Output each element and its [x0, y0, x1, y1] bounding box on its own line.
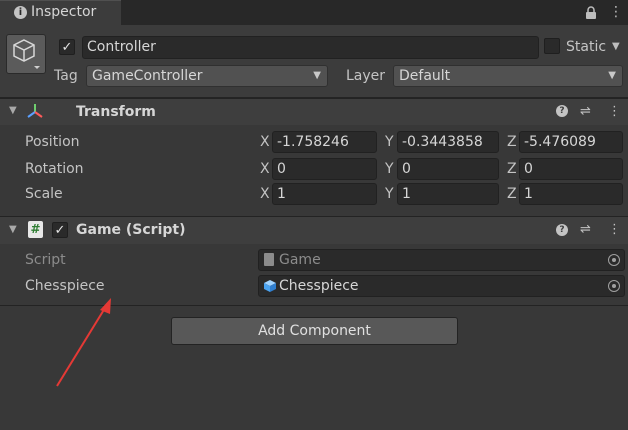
- annotation-arrow: [56, 298, 111, 387]
